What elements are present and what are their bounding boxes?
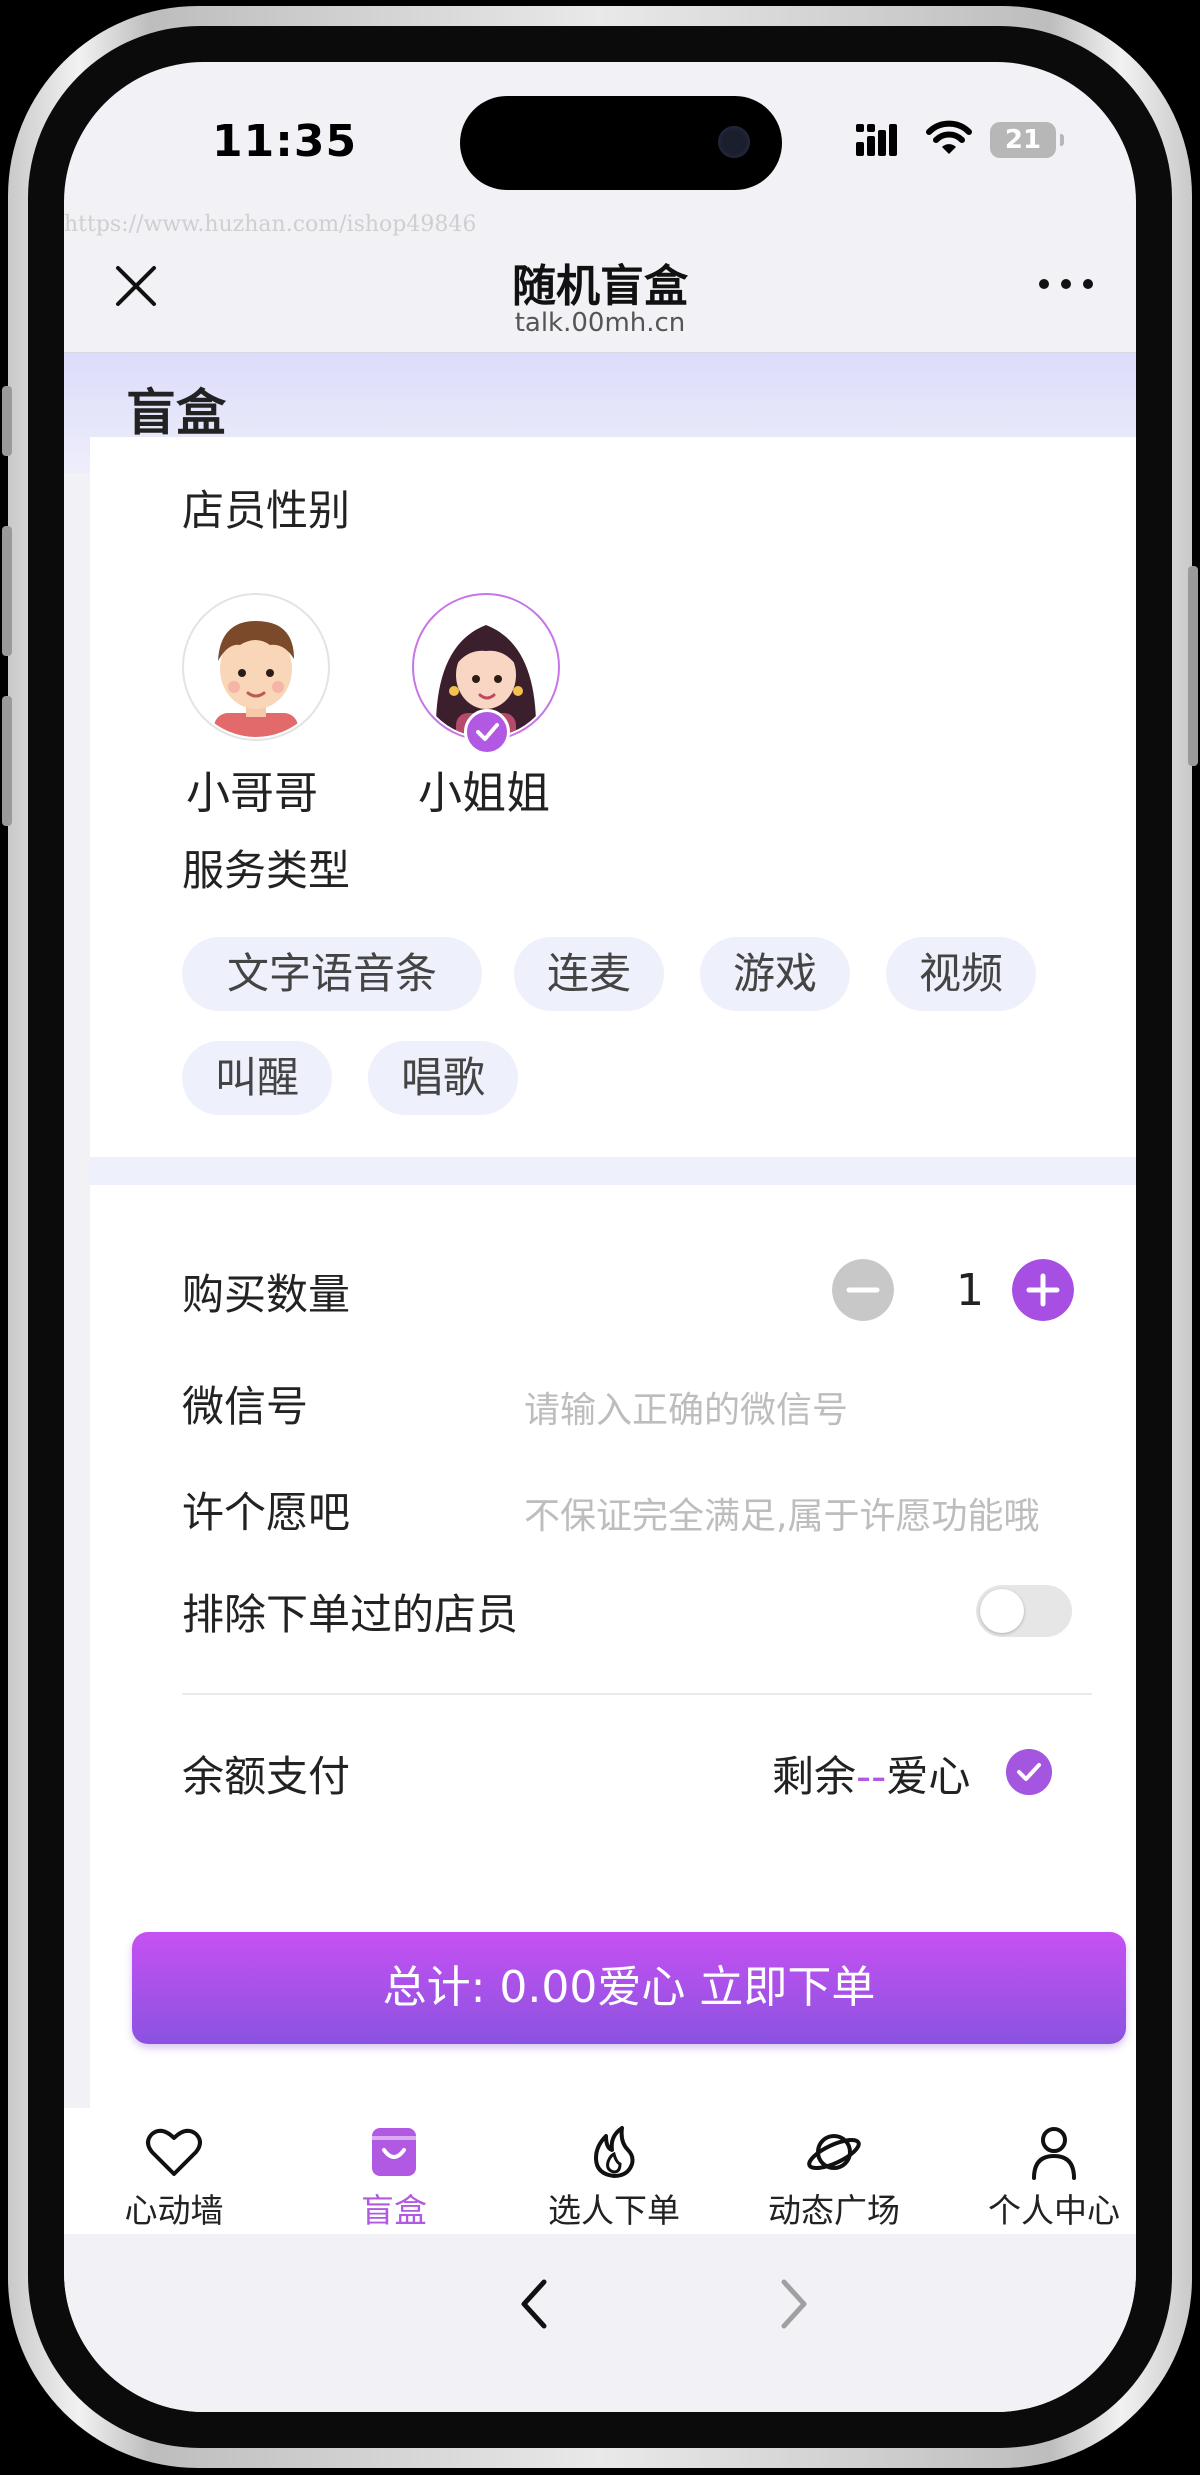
phone-bezel: 11:35 21 随机盲盒 talk.00mh.cn https://www.h…	[28, 26, 1172, 2448]
chip-text-voice[interactable]: 文字语音条	[182, 937, 482, 1011]
tab-label: 动态广场	[768, 2191, 900, 2230]
service-label: 服务类型	[182, 846, 351, 895]
battery-indicator: 21	[990, 122, 1064, 158]
wechat-input[interactable]: 请输入正确的微信号	[524, 1381, 1064, 1433]
selected-check-icon	[464, 709, 510, 755]
wechat-label: 微信号	[182, 1382, 309, 1431]
cellular-signal-icon	[856, 124, 897, 156]
page-title: 随机盲盒	[512, 261, 688, 312]
power-button	[1188, 566, 1198, 766]
volume-down-button	[2, 696, 12, 826]
watermark-text: https://www.huzhan.com/ishop49846	[64, 212, 477, 237]
avatar-male-label: 小哥哥	[186, 768, 318, 819]
selection-card: 店员性别 小哥哥 小姐姐 服务类型 文字语音条 连麦 游戏 视频 叫醒 唱歌	[90, 437, 1136, 1157]
tab-label: 选人下单	[548, 2191, 680, 2230]
balance-remaining: 剩余--爱心	[772, 1743, 970, 1804]
heart-icon	[146, 2128, 202, 2176]
browser-toolbar	[64, 2234, 1136, 2412]
tab-choose-order[interactable]: 选人下单	[504, 2108, 724, 2234]
phone-frame: 11:35 21 随机盲盒 talk.00mh.cn https://www.h…	[2, 6, 1198, 2468]
minus-icon[interactable]	[832, 1259, 894, 1321]
chip-sing[interactable]: 唱歌	[368, 1041, 518, 1115]
tab-profile[interactable]: 个人中心	[944, 2108, 1136, 2234]
toggle-knob	[980, 1589, 1024, 1633]
balance-prefix: 剩余	[772, 1752, 857, 1801]
wifi-icon	[926, 120, 972, 154]
exclude-toggle[interactable]	[976, 1585, 1072, 1637]
tab-blind-box[interactable]: 盲盒	[284, 2108, 504, 2234]
forward-arrow-icon[interactable]	[774, 2276, 814, 2332]
wish-input[interactable]: 不保证完全满足,属于许愿功能哦	[524, 1487, 1064, 1539]
tab-label: 盲盒	[361, 2191, 427, 2230]
quantity-value: 1	[956, 1265, 984, 1316]
status-bar: 11:35 21	[64, 62, 1136, 212]
wish-label: 许个愿吧	[182, 1488, 351, 1537]
tab-bar: 心动墙 盲盒 选人下单 动态广场 个人中心	[64, 2108, 1136, 2234]
tab-heart-wall[interactable]: 心动墙	[64, 2108, 284, 2234]
gender-label: 店员性别	[182, 486, 351, 535]
volume-up-button	[2, 526, 12, 656]
avatar-male[interactable]	[182, 593, 330, 741]
balance-check-icon[interactable]	[1006, 1749, 1052, 1795]
exclude-label: 排除下单过的店员	[182, 1590, 519, 1639]
chip-video[interactable]: 视频	[886, 937, 1036, 1011]
chip-game[interactable]: 游戏	[700, 937, 850, 1011]
tab-label: 个人中心	[988, 2191, 1120, 2230]
chip-wake-up[interactable]: 叫醒	[182, 1041, 332, 1115]
boy-avatar-icon	[214, 621, 298, 737]
plus-icon[interactable]	[1012, 1259, 1074, 1321]
page-domain: talk.00mh.cn	[514, 308, 686, 338]
avatar-female[interactable]	[412, 593, 560, 755]
balance-value: --	[856, 1752, 887, 1801]
dynamic-island	[460, 96, 782, 190]
balance-unit: 爱心	[886, 1752, 971, 1801]
user-icon	[1032, 2127, 1076, 2180]
back-arrow-icon[interactable]	[514, 2276, 554, 2332]
avatar-female-label: 小姐姐	[418, 768, 550, 819]
quantity-label: 购买数量	[182, 1270, 351, 1319]
flame-icon	[594, 2126, 635, 2178]
form-divider	[182, 1693, 1092, 1695]
balance-pay-label: 余额支付	[182, 1752, 351, 1801]
section-separator	[90, 1157, 1136, 1185]
section-title: 盲盒	[126, 384, 226, 442]
planet-icon	[807, 2134, 861, 2171]
screen: 11:35 21 随机盲盒 talk.00mh.cn https://www.h…	[64, 62, 1136, 2412]
tab-label: 心动墙	[124, 2191, 224, 2230]
more-icon[interactable]	[1036, 272, 1096, 296]
place-order-button[interactable]: 总计: 0.00爱心 立即下单	[132, 1932, 1126, 2044]
tab-feed[interactable]: 动态广场	[724, 2108, 944, 2234]
camera-icon	[718, 126, 750, 158]
box-icon	[372, 2128, 416, 2176]
status-time: 11:35	[212, 116, 358, 167]
chip-voice-call[interactable]: 连麦	[514, 937, 664, 1011]
mute-switch	[2, 386, 12, 456]
